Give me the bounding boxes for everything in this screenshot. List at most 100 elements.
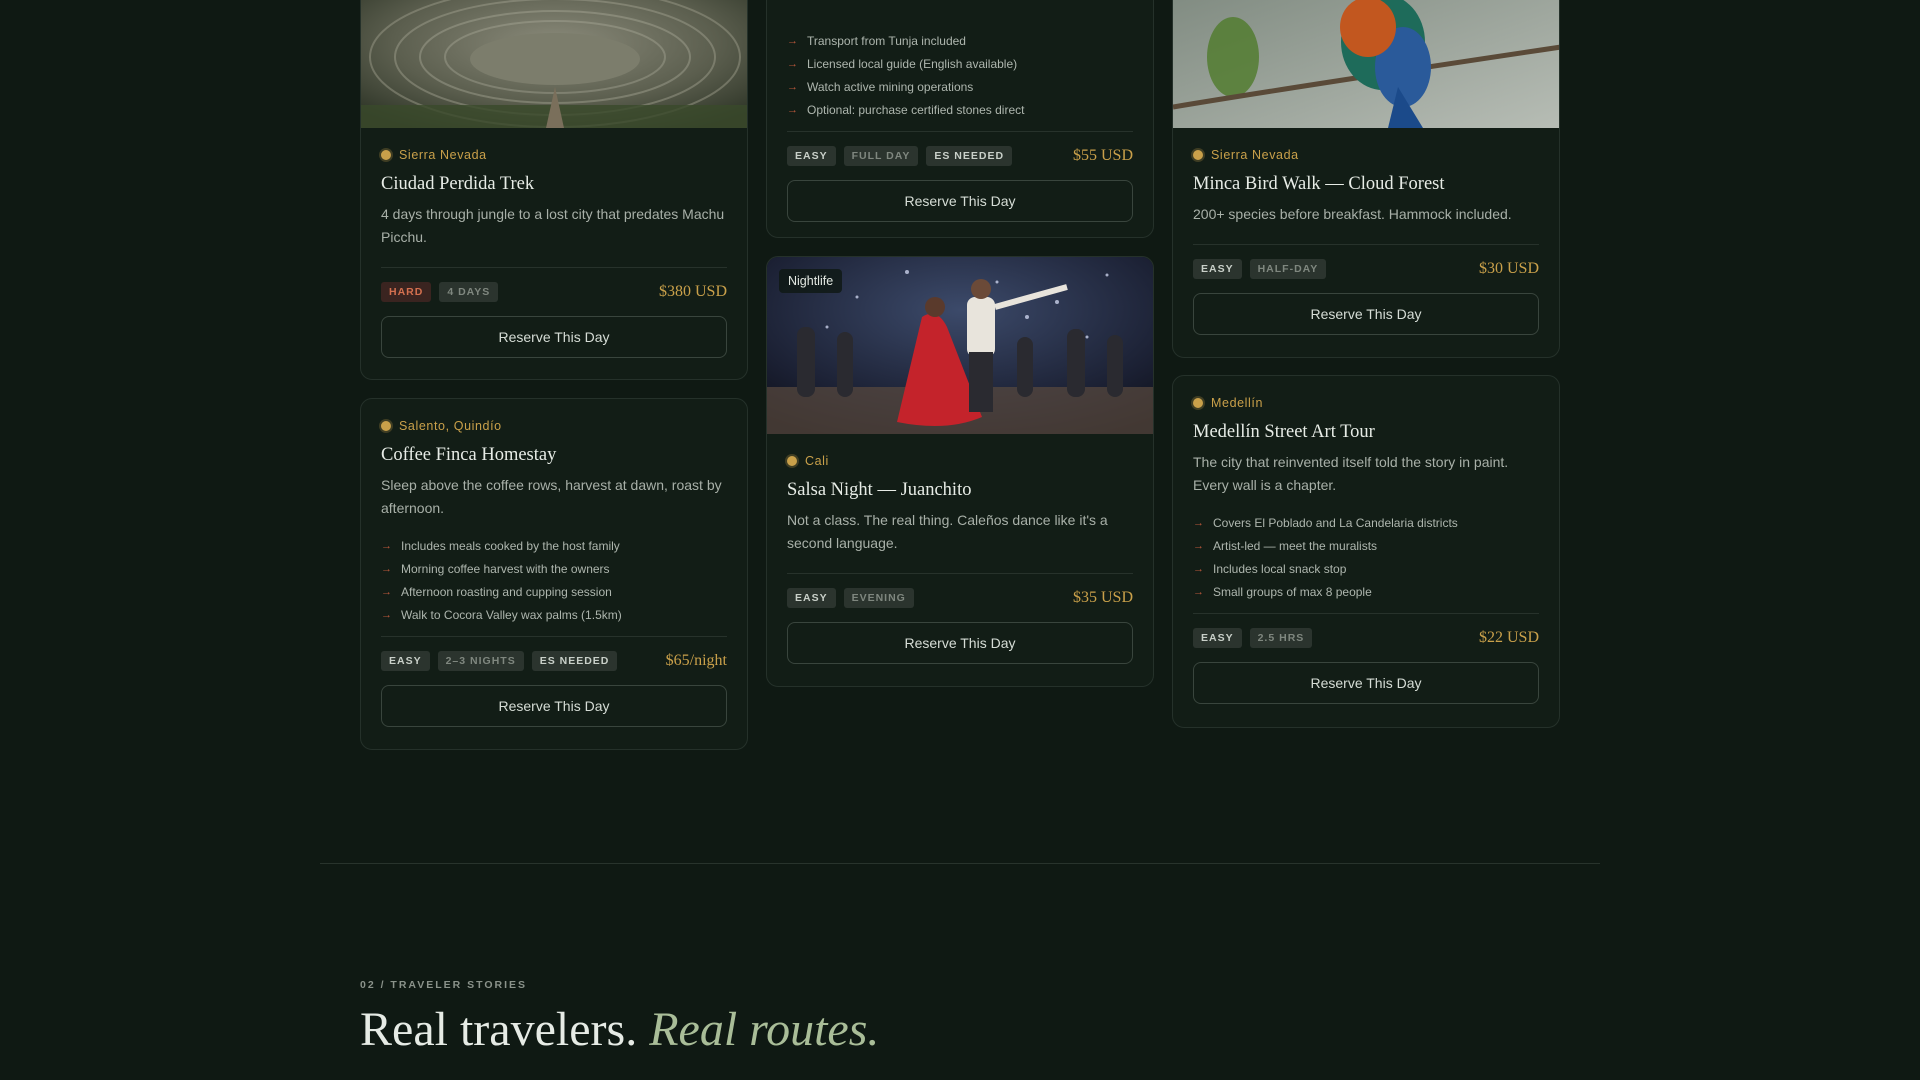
tour-card-medellin-street-art: Medellín Medellín Street Art Tour The ci…: [1172, 375, 1560, 728]
feature-list: → Includes meals cooked by the host famil…: [381, 534, 727, 626]
location-pin-icon: [1193, 150, 1203, 160]
list-item: → Walk to Cocora Valley wax palms (1.5km): [381, 607, 622, 622]
tour-meta: EASY FULL DAY ES NEEDED $55 USD: [787, 146, 1133, 166]
tour-price: $30 USD: [1478, 260, 1539, 277]
arrow-icon: →: [381, 585, 392, 598]
location-text: Medellín: [1211, 396, 1264, 410]
divider: [1193, 244, 1539, 245]
terraced-ruins-illustration: [361, 0, 747, 128]
tour-title: Coffee Finca Homestay: [381, 445, 557, 465]
difficulty-badge: EASY: [787, 146, 836, 166]
tour-card-ciudad-perdida: Sierra Nevada Ciudad Perdida Trek 4 days…: [360, 0, 748, 380]
duration-badge: 2–3 NIGHTS: [437, 651, 524, 671]
language-badge: ES NEEDED: [531, 651, 618, 671]
tour-card-minca-bird-walk: Sierra Nevada Minca Bird Walk — Cloud Fo…: [1172, 0, 1560, 358]
tour-title: Salsa Night — Juanchito: [787, 480, 972, 500]
arrow-icon: →: [381, 608, 392, 621]
tour-title: Minca Bird Walk — Cloud Forest: [1193, 174, 1445, 194]
duration-badge: FULL DAY: [843, 146, 919, 166]
location-label: Sierra Nevada: [1193, 148, 1539, 162]
divider: [381, 267, 727, 268]
difficulty-badge: HARD: [381, 282, 432, 302]
tour-title: Ciudad Perdida Trek: [381, 174, 535, 194]
difficulty-badge: EASY: [1193, 259, 1242, 279]
divider: [787, 573, 1133, 574]
list-item: → Afternoon roasting and cupping session: [381, 584, 612, 599]
arrow-icon: →: [787, 57, 798, 70]
arrow-icon: →: [1193, 516, 1204, 529]
tour-card-salsa-night: Nightlife Cali Salsa Night — Juanchito N…: [766, 256, 1154, 687]
tropical-bird-illustration: [1173, 0, 1559, 128]
tour-price: $65/night: [665, 652, 727, 669]
list-item: → Small groups of max 8 people: [1193, 584, 1372, 599]
location-text: Salento, Quindío: [399, 419, 502, 433]
arrow-icon: →: [1193, 562, 1204, 575]
reserve-button[interactable]: Reserve This Day: [381, 316, 727, 358]
list-item: → Watch active mining operations: [787, 79, 974, 94]
tour-meta: EASY 2–3 NIGHTS ES NEEDED $65/night: [381, 651, 727, 671]
arrow-icon: →: [787, 103, 798, 116]
tour-price: $35 USD: [1072, 589, 1133, 606]
location-label: Cali: [787, 454, 1133, 468]
tour-meta: EASY 2.5 HRS $22 USD: [1193, 628, 1539, 648]
arrow-icon: →: [1193, 539, 1204, 552]
tour-price: $55 USD: [1072, 147, 1133, 164]
divider: [381, 636, 727, 637]
tour-description: The city that reinvented itself told the…: [1193, 454, 1509, 493]
location-pin-icon: [787, 456, 797, 466]
divider: [1193, 613, 1539, 614]
divider: [787, 131, 1133, 132]
list-item: → Licensed local guide (English available…: [787, 56, 1018, 71]
section-headline: Real travelers. Real routes.: [360, 1002, 879, 1057]
location-label: Sierra Nevada: [381, 148, 727, 162]
tour-meta: EASY HALF-DAY $30 USD: [1193, 259, 1539, 279]
arrow-icon: →: [787, 80, 798, 93]
location-label: Salento, Quindío: [381, 419, 727, 433]
reserve-button[interactable]: Reserve This Day: [381, 685, 727, 727]
difficulty-badge: EASY: [381, 651, 430, 671]
reserve-button[interactable]: Reserve This Day: [1193, 662, 1539, 704]
feature-list: → Transport from Tunja included → Licensed…: [787, 29, 1133, 121]
tour-card-coffee-finca: Salento, Quindío Coffee Finca Homestay S…: [360, 398, 748, 750]
reserve-button[interactable]: Reserve This Day: [1193, 293, 1539, 335]
list-item: → Morning coffee harvest with the owners: [381, 561, 610, 576]
location-text: Cali: [805, 454, 829, 468]
difficulty-badge: EASY: [1193, 628, 1242, 648]
list-item: → Includes meals cooked by the host famil…: [381, 538, 620, 553]
tour-description: 4 days through jungle to a lost city tha…: [381, 206, 725, 245]
arrow-icon: →: [381, 562, 392, 575]
location-pin-icon: [381, 421, 391, 431]
reserve-button[interactable]: Reserve This Day: [787, 180, 1133, 222]
location-pin-icon: [1193, 398, 1203, 408]
location-text: Sierra Nevada: [399, 148, 487, 162]
feature-list: → Covers El Poblado and La Candelaria dis…: [1193, 511, 1539, 603]
tour-price: $380 USD: [658, 283, 727, 300]
tour-description: Sleep above the coffee rows, harvest at …: [381, 477, 722, 516]
duration-badge: 4 DAYS: [439, 282, 499, 302]
salsa-night-image: Nightlife: [767, 257, 1153, 434]
tour-description: Not a class. The real thing. Caleños dan…: [787, 512, 1108, 551]
arrow-icon: →: [787, 34, 798, 47]
tour-title: Medellín Street Art Tour: [1193, 422, 1375, 442]
tour-price: $22 USD: [1478, 629, 1539, 646]
location-pin-icon: [381, 150, 391, 160]
ciudad-perdida-image: [361, 0, 747, 128]
minca-bird-image: [1173, 0, 1559, 128]
category-badge: Nightlife: [779, 269, 843, 293]
list-item: → Covers El Poblado and La Candelaria dis…: [1193, 515, 1458, 530]
list-item: → Includes local snack stop: [1193, 561, 1347, 576]
tour-meta: EASY EVENING $35 USD: [787, 588, 1133, 608]
arrow-icon: →: [381, 539, 392, 552]
difficulty-badge: EASY: [787, 588, 836, 608]
arrow-icon: →: [1193, 585, 1204, 598]
location-text: Sierra Nevada: [1211, 148, 1299, 162]
location-label: Medellín: [1193, 396, 1539, 410]
duration-badge: EVENING: [843, 588, 914, 608]
headline-plain: Real travelers.: [360, 1003, 638, 1056]
language-badge: ES NEEDED: [926, 146, 1013, 166]
section-eyebrow: 02 / TRAVELER STORIES: [360, 979, 528, 991]
reserve-button[interactable]: Reserve This Day: [787, 622, 1133, 664]
tour-meta: HARD 4 DAYS $380 USD: [381, 282, 727, 302]
list-item: → Optional: purchase certified stones dir…: [787, 102, 1025, 117]
duration-badge: 2.5 HRS: [1249, 628, 1313, 648]
